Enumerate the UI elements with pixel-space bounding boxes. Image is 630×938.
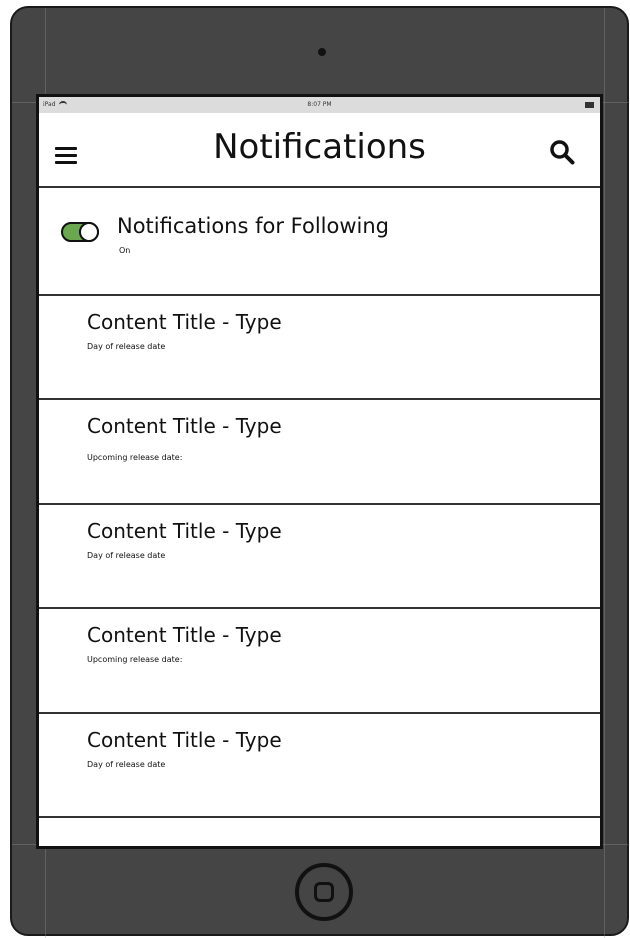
- search-icon[interactable]: [549, 139, 575, 165]
- toggle-state: On: [119, 246, 131, 255]
- row-divider: [39, 816, 600, 818]
- guide-line: [604, 8, 605, 938]
- notification-subtitle: Upcoming release date:: [87, 655, 183, 664]
- navigation-bar: Notifications: [39, 113, 600, 186]
- notification-title: Content Title - Type: [87, 414, 282, 438]
- home-square-icon: [314, 882, 334, 902]
- notification-title: Content Title - Type: [87, 519, 282, 543]
- toggle-label: Notifications for Following: [117, 214, 390, 238]
- following-toggle-row: Notifications for Following On: [39, 188, 600, 295]
- toggle-knob: [79, 222, 99, 242]
- notification-item[interactable]: Content Title - Type Day of release date: [39, 714, 600, 818]
- notification-item[interactable]: Content Title - Type Upcoming release da…: [39, 400, 600, 504]
- notification-subtitle: Upcoming release date:: [87, 453, 183, 462]
- home-button[interactable]: [295, 863, 353, 921]
- camera-icon: [318, 48, 326, 56]
- notification-item[interactable]: Content Title - Type Day of release date: [39, 296, 600, 400]
- notification-subtitle: Day of release date: [87, 760, 166, 769]
- status-bar: iPad 8:07 PM: [39, 97, 600, 113]
- notification-item[interactable]: Content Title - Type Day of release date: [39, 505, 600, 609]
- notification-subtitle: Day of release date: [87, 551, 166, 560]
- notification-title: Content Title - Type: [87, 728, 282, 752]
- page-title: Notifications: [213, 127, 426, 167]
- screen: iPad 8:07 PM Notifications Notifications…: [36, 94, 603, 849]
- notification-title: Content Title - Type: [87, 623, 282, 647]
- status-time: 8:07 PM: [307, 101, 332, 108]
- notification-subtitle: Day of release date: [87, 342, 166, 351]
- notification-item[interactable]: Content Title - Type Upcoming release da…: [39, 609, 600, 713]
- battery-icon: [585, 102, 594, 108]
- notification-title: Content Title - Type: [87, 310, 282, 334]
- following-toggle-switch[interactable]: [61, 222, 99, 242]
